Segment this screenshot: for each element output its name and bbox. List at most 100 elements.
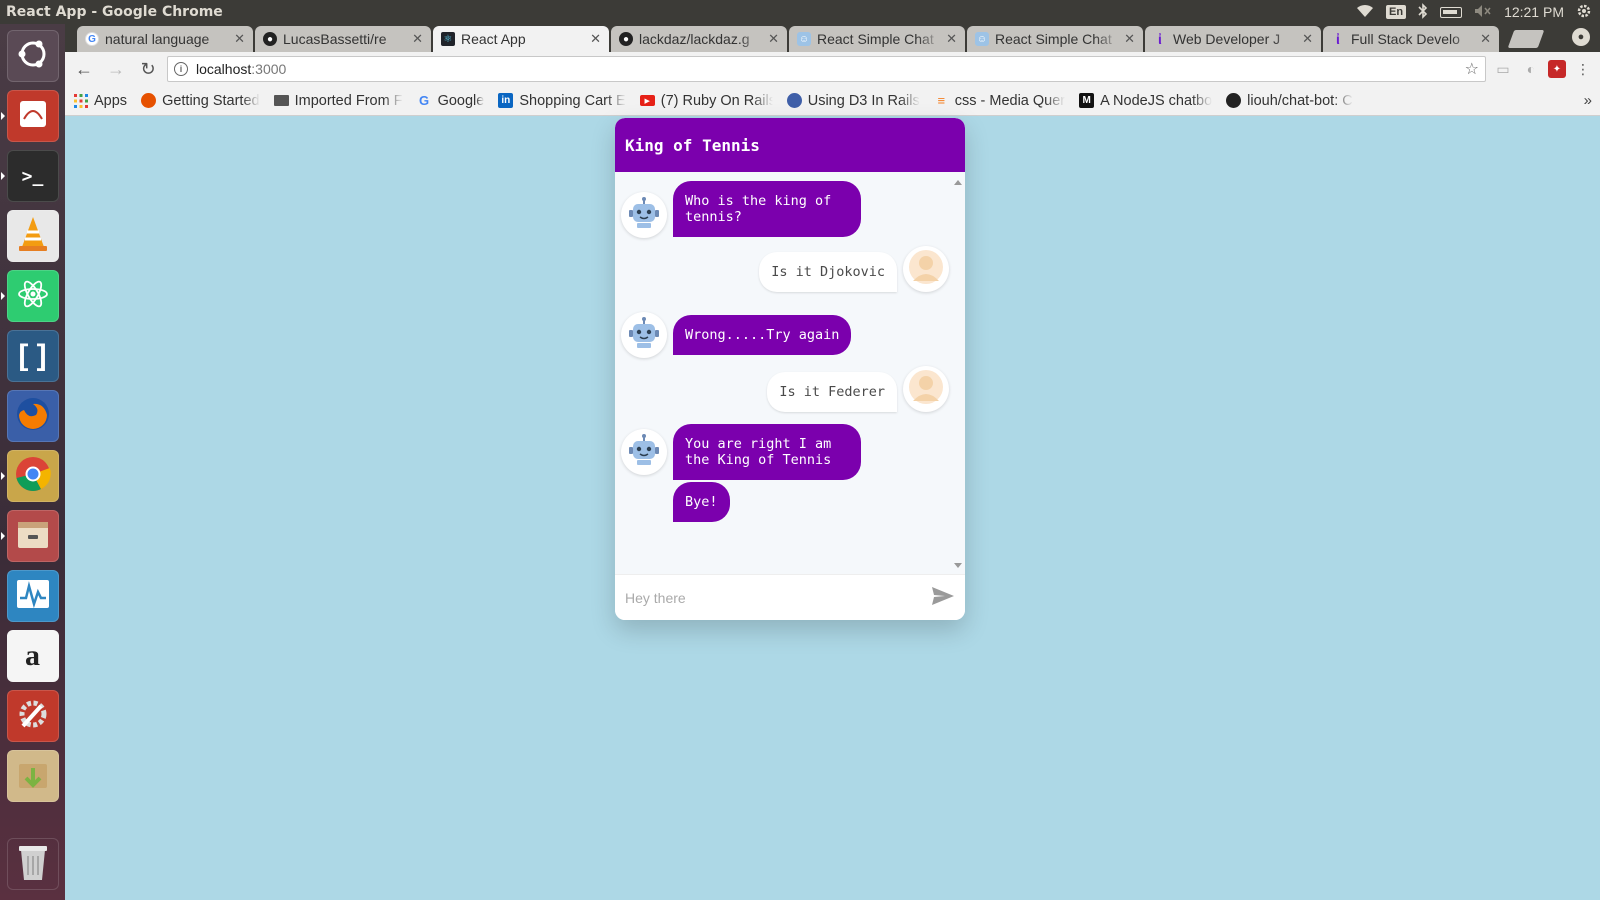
launcher-system-settings[interactable] — [6, 690, 59, 742]
launcher-dash-button[interactable] — [6, 30, 59, 82]
file-cabinet-icon — [16, 518, 50, 555]
bookmark-shopping-cart[interactable]: in Shopping Cart E — [498, 93, 626, 109]
battery-icon[interactable] — [1440, 6, 1463, 18]
launcher-vlc[interactable] — [6, 210, 59, 262]
user-avatar-icon — [908, 249, 944, 289]
gear-icon[interactable] — [1576, 3, 1592, 22]
medium-icon: M — [1079, 93, 1095, 108]
bot-message-bubble: Who is the king of tennis? — [673, 181, 861, 237]
bookmark-liouh-chat-bot[interactable]: liouh/chat-bot: C — [1226, 93, 1353, 109]
bluetooth-icon[interactable] — [1418, 2, 1428, 22]
indeed-icon: ἰ — [1158, 31, 1162, 47]
tab-lackdaz[interactable]: ● lackdaz/lackdaz.g ✕ — [611, 26, 787, 52]
bookmarks-overflow-chevron-icon[interactable]: » — [1584, 92, 1592, 109]
site-info-icon[interactable]: i — [174, 62, 188, 76]
chat-message-list[interactable]: Who is the king of tennis? Is it Djokovi… — [615, 172, 965, 574]
scroll-up-arrow-icon[interactable] — [954, 180, 962, 185]
bookmark-d3-in-rails[interactable]: Using D3 In Rails — [786, 93, 920, 109]
scroll-down-arrow-icon[interactable] — [954, 563, 962, 568]
tab-lucasbassetti[interactable]: ● LucasBassetti/re ✕ — [255, 26, 431, 52]
user-avatar-icon — [908, 369, 944, 409]
tab-react-simple-chat-1[interactable]: ☺ React Simple Chat ✕ — [789, 26, 965, 52]
ubuntu-logo-icon — [15, 36, 51, 77]
robot-icon: ☺ — [797, 32, 811, 46]
profile-icon[interactable]: ● — [1572, 28, 1590, 46]
cast-extension-icon[interactable]: ▭ — [1492, 58, 1514, 80]
close-icon[interactable]: ✕ — [1302, 31, 1313, 47]
firefox-icon — [14, 395, 52, 438]
folder-icon — [273, 95, 289, 106]
close-icon[interactable]: ✕ — [234, 31, 245, 47]
tab-natural-language[interactable]: G natural language ✕ — [77, 26, 253, 52]
launcher-chrome[interactable] — [0, 450, 59, 502]
bot-message-bubble: Bye! — [673, 482, 730, 522]
keyboard-layout-indicator[interactable]: En — [1386, 5, 1407, 19]
terminal-icon: >_ — [21, 165, 44, 187]
red-extension-icon[interactable]: ✦ — [1548, 60, 1566, 78]
bookmark-apps[interactable]: Apps — [73, 93, 127, 109]
page-viewport: King of Tennis Who is the king of tennis… — [65, 116, 1600, 900]
tab-strip: G natural language ✕ ● LucasBassetti/re … — [65, 24, 1600, 52]
launcher-firefox[interactable] — [6, 390, 59, 442]
bookmark-google[interactable]: G Google — [417, 93, 484, 109]
chat-scrollbar[interactable] — [951, 174, 965, 574]
d3-icon — [786, 93, 802, 108]
send-button[interactable] — [921, 576, 965, 620]
launcher-software-updater[interactable] — [6, 750, 59, 802]
launcher-pdf-viewer[interactable] — [0, 90, 59, 142]
new-tab-button[interactable] — [1507, 30, 1545, 48]
tab-react-simple-chat-2[interactable]: ☺ React Simple Chat ✕ — [967, 26, 1143, 52]
back-button[interactable]: ← — [71, 56, 97, 82]
vlc-cone-icon — [16, 215, 50, 258]
address-bar[interactable]: i localhost:3000 ☆ — [167, 56, 1486, 82]
close-icon[interactable]: ✕ — [590, 31, 601, 47]
sync-extension-icon[interactable]: ◐ — [1520, 58, 1542, 80]
launcher-system-monitor[interactable] — [6, 570, 59, 622]
reload-button[interactable]: ↻ — [135, 56, 161, 82]
github-icon: ● — [619, 32, 633, 46]
close-icon[interactable]: ✕ — [1480, 31, 1491, 47]
close-icon[interactable]: ✕ — [946, 31, 957, 47]
bookmark-getting-started[interactable]: Getting Started — [141, 93, 260, 109]
brackets-icon: [ ] — [18, 339, 47, 372]
bookmark-star-icon[interactable]: ☆ — [1465, 59, 1479, 79]
robot-icon — [627, 316, 661, 354]
tab-react-app[interactable]: ⚛ React App ✕ — [433, 26, 609, 52]
tab-web-developer[interactable]: ἰ Web Developer J ✕ — [1145, 26, 1321, 52]
bot-avatar — [621, 429, 667, 475]
wifi-icon[interactable] — [1356, 4, 1374, 21]
send-icon — [931, 586, 955, 610]
launcher-amazon[interactable]: a — [6, 630, 59, 682]
close-icon[interactable]: ✕ — [1124, 31, 1135, 47]
chat-message-input[interactable] — [615, 575, 921, 620]
window-title: React App - Google Chrome — [6, 4, 223, 20]
close-icon[interactable]: ✕ — [412, 31, 423, 47]
bot-avatar — [621, 312, 667, 358]
bot-avatar — [621, 192, 667, 238]
bot-message: Wrong.....Try again — [621, 312, 852, 358]
launcher-terminal[interactable]: >_ — [0, 150, 59, 202]
clock[interactable]: 12:21 PM — [1504, 4, 1564, 20]
bookmark-ruby-on-rails[interactable]: ▶ (7) Ruby On Rails — [639, 93, 773, 109]
bookmark-imported-folder[interactable]: Imported From F — [273, 93, 403, 109]
arrow-left-icon: ← — [75, 58, 93, 79]
launcher-trash[interactable] — [7, 838, 59, 890]
launcher-atom[interactable] — [0, 270, 59, 322]
url-port: :3000 — [251, 61, 287, 77]
firefox-icon — [141, 93, 157, 108]
bookmark-nodejs-chatbot[interactable]: M A NodeJS chatbo — [1079, 93, 1212, 109]
browser-window: G natural language ✕ ● LucasBassetti/re … — [65, 24, 1600, 900]
launcher-files[interactable] — [0, 510, 59, 562]
atom-editor-icon — [15, 276, 51, 317]
amazon-icon: a — [25, 639, 40, 672]
forward-button[interactable]: → — [103, 56, 129, 82]
bookmark-css-media-queries[interactable]: ≡ css - Media Quer — [934, 93, 1065, 109]
tab-full-stack-developer[interactable]: ἰ Full Stack Develo ✕ — [1323, 26, 1499, 52]
close-icon[interactable]: ✕ — [768, 31, 779, 47]
chat-footer — [615, 574, 965, 620]
trash-icon — [15, 842, 51, 887]
volume-muted-icon[interactable] — [1474, 4, 1492, 21]
bot-message: Who is the king of tennis? — [621, 180, 861, 238]
menu-kebab-icon[interactable]: ⋮ — [1572, 58, 1594, 80]
launcher-brackets[interactable]: [ ] — [6, 330, 59, 382]
